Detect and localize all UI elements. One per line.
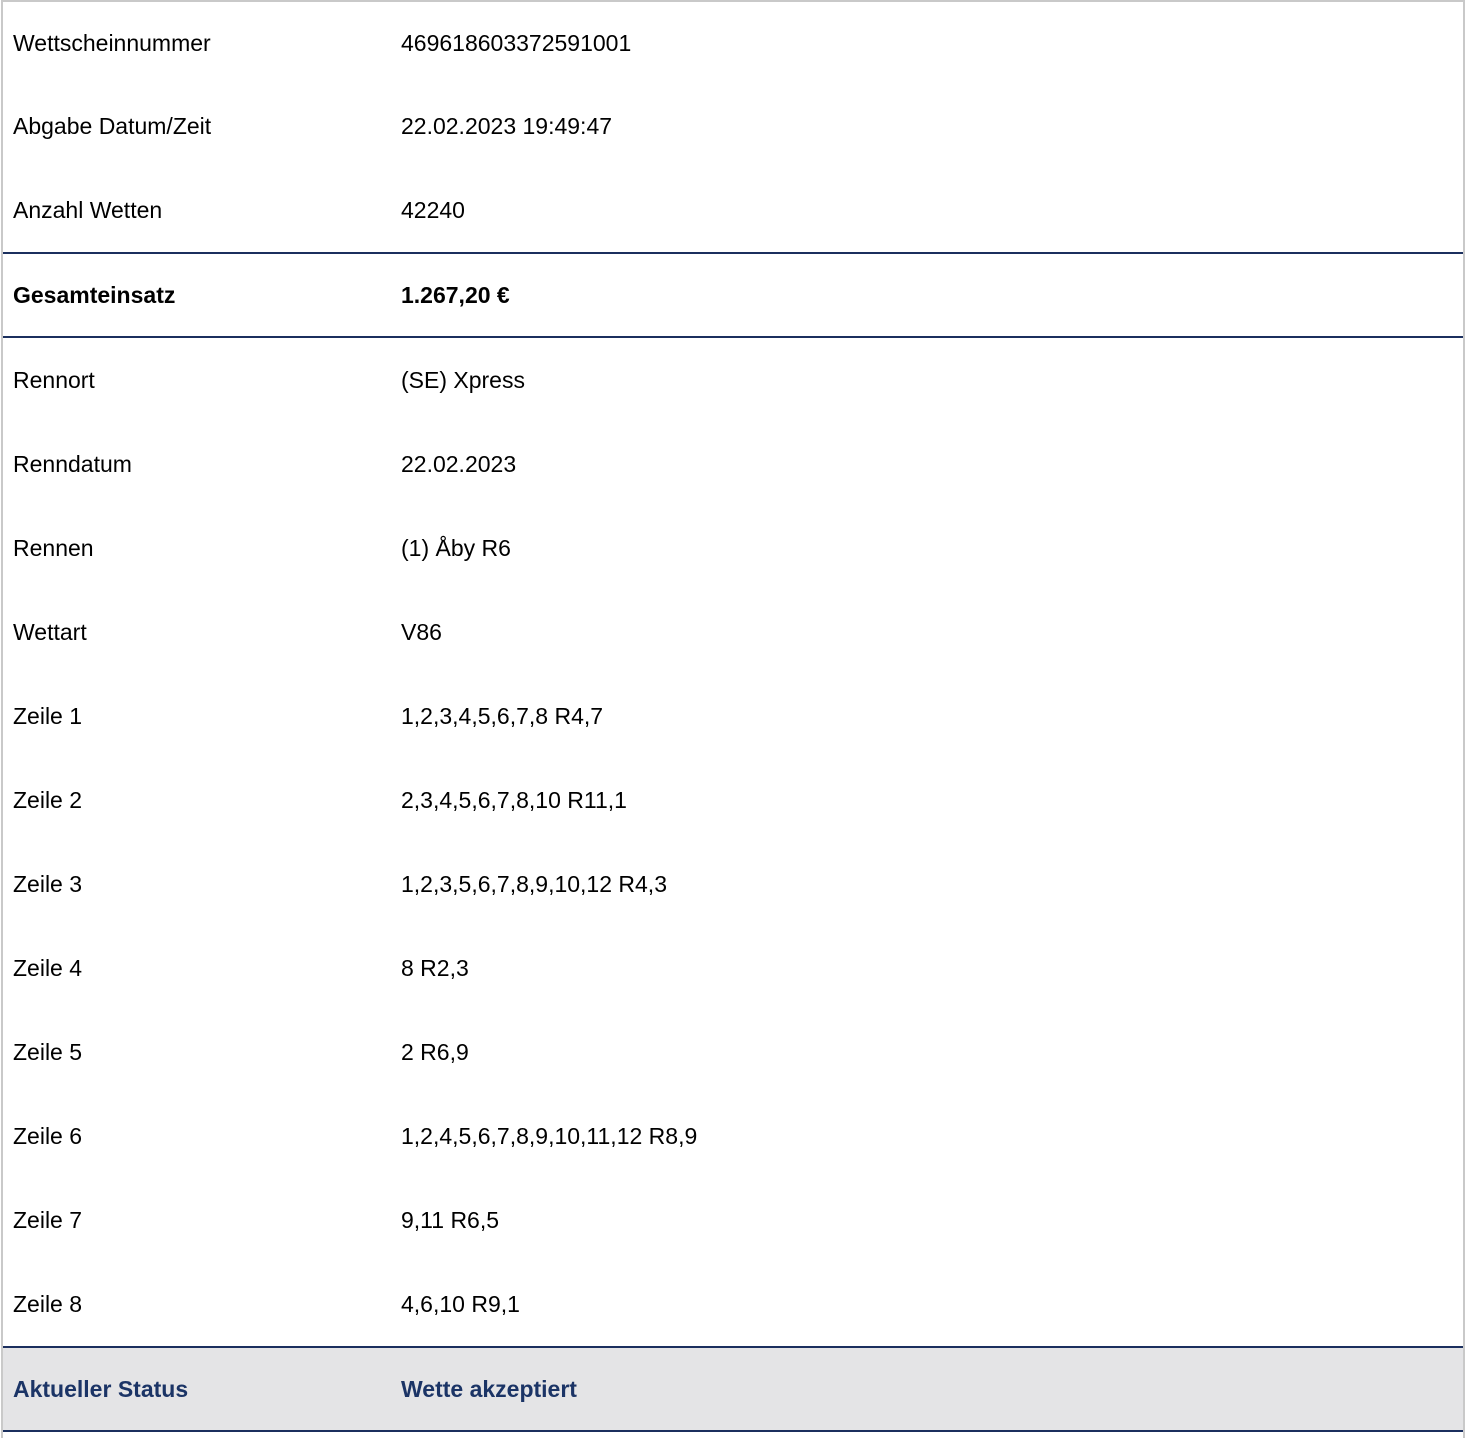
line-6-value: 1,2,4,5,6,7,8,9,10,11,12 R8,9	[401, 1122, 698, 1149]
current-status-label: Aktueller Status	[13, 1375, 189, 1402]
race-value: (1) Åby R6	[401, 534, 511, 561]
ticket-number-value: 469618603372591001	[401, 29, 632, 56]
line-4-row: Zeile 4 8 R2,3	[3, 926, 1463, 1010]
submission-datetime-value: 22.02.2023 19:49:47	[401, 112, 613, 139]
race-label: Rennen	[13, 534, 94, 561]
line-4-label: Zeile 4	[13, 954, 83, 981]
race-venue-label: Rennort	[13, 366, 95, 393]
line-3-row: Zeile 3 1,2,3,5,6,7,8,9,10,12 R4,3	[3, 842, 1463, 926]
race-date-value: 22.02.2023	[401, 450, 517, 477]
line-8-value: 4,6,10 R9,1	[401, 1290, 520, 1317]
submission-datetime-label: Abgabe Datum/Zeit	[13, 112, 212, 139]
line-7-label: Zeile 7	[13, 1206, 83, 1233]
total-stake-value: 1.267,20 €	[401, 281, 510, 308]
bet-type-row: Wettart V86	[3, 590, 1463, 674]
line-8-row: Zeile 8 4,6,10 R9,1	[3, 1262, 1463, 1346]
line-5-row: Zeile 5 2 R6,9	[3, 1010, 1463, 1094]
line-4-value: 8 R2,3	[401, 954, 469, 981]
total-stake-row: Gesamteinsatz 1.267,20 €	[3, 252, 1463, 338]
race-row: Rennen (1) Åby R6	[3, 506, 1463, 590]
line-2-value: 2,3,4,5,6,7,8,10 R11,1	[401, 786, 627, 813]
total-stake-label: Gesamteinsatz	[13, 281, 176, 308]
bet-count-value: 42240	[401, 196, 465, 223]
current-status-row: Aktueller Status Wette akzeptiert	[3, 1346, 1463, 1432]
line-6-row: Zeile 6 1,2,4,5,6,7,8,9,10,11,12 R8,9	[3, 1094, 1463, 1178]
current-status-value: Wette akzeptiert	[401, 1375, 577, 1402]
race-date-row: Renndatum 22.02.2023	[3, 422, 1463, 506]
race-venue-row: Rennort (SE) Xpress	[3, 338, 1463, 422]
line-5-label: Zeile 5	[13, 1038, 83, 1065]
line-1-label: Zeile 1	[13, 702, 83, 729]
line-2-label: Zeile 2	[13, 786, 83, 813]
bet-type-value: V86	[401, 618, 442, 645]
line-3-label: Zeile 3	[13, 870, 83, 897]
ticket-number-label: Wettscheinnummer	[13, 29, 211, 56]
line-3-value: 1,2,3,5,6,7,8,9,10,12 R4,3	[401, 870, 667, 897]
line-7-value: 9,11 R6,5	[401, 1206, 500, 1233]
bet-type-label: Wettart	[13, 618, 87, 645]
ticket-number-row: Wettscheinnummer 469618603372591001	[3, 2, 1463, 84]
line-8-label: Zeile 8	[13, 1290, 83, 1317]
line-2-row: Zeile 2 2,3,4,5,6,7,8,10 R11,1	[3, 758, 1463, 842]
bet-ticket-details: Wettscheinnummer 469618603372591001 Abga…	[1, 0, 1465, 1438]
line-7-row: Zeile 7 9,11 R6,5	[3, 1178, 1463, 1262]
race-date-label: Renndatum	[13, 450, 132, 477]
bet-count-row: Anzahl Wetten 42240	[3, 168, 1463, 252]
line-1-row: Zeile 1 1,2,3,4,5,6,7,8 R4,7	[3, 674, 1463, 758]
bet-count-label: Anzahl Wetten	[13, 196, 163, 223]
line-1-value: 1,2,3,4,5,6,7,8 R4,7	[401, 702, 604, 729]
race-venue-value: (SE) Xpress	[401, 366, 525, 393]
line-6-label: Zeile 6	[13, 1122, 83, 1149]
submission-datetime-row: Abgabe Datum/Zeit 22.02.2023 19:49:47	[3, 84, 1463, 168]
line-5-value: 2 R6,9	[401, 1038, 469, 1065]
